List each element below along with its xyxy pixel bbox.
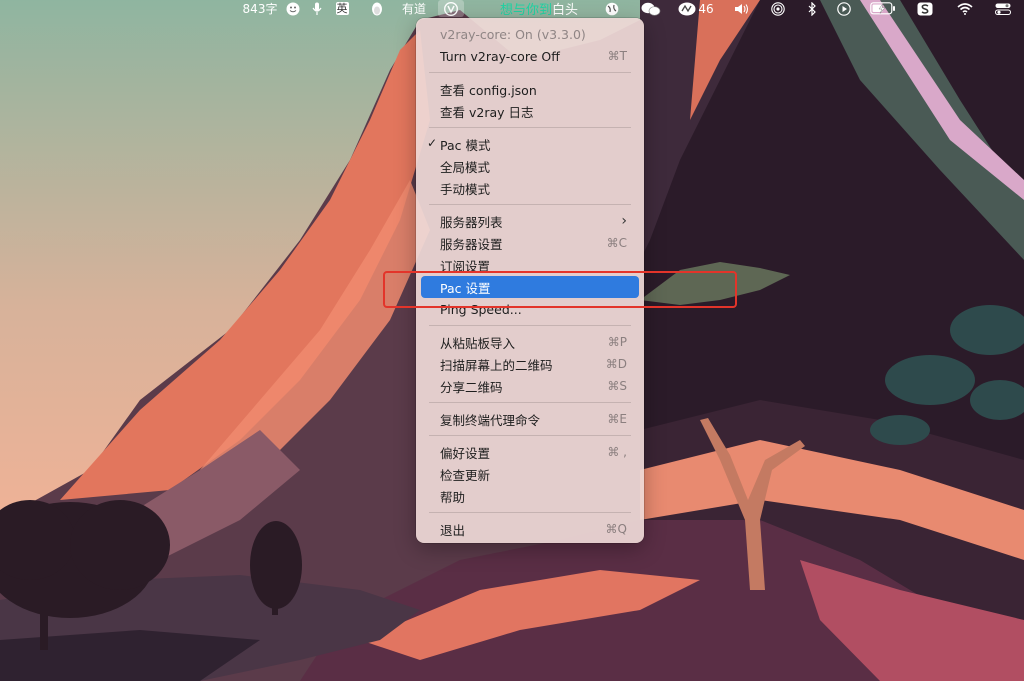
menu-item-share-qr[interactable]: 分享二维码 ⌘S: [421, 375, 639, 397]
input-method-indicator[interactable]: 英: [333, 0, 351, 17]
menu-separator: [429, 512, 631, 513]
control-center-icon[interactable]: [992, 0, 1014, 17]
checkmark-icon: ✓: [427, 136, 438, 150]
menu-item-global-mode[interactable]: 全局模式: [421, 155, 639, 177]
menu-item-quit[interactable]: 退出 ⌘Q: [421, 518, 639, 540]
youdao-dict-item[interactable]: 有道: [400, 0, 428, 17]
menu-separator: [429, 402, 631, 403]
wechat-icon[interactable]: [638, 0, 664, 17]
menu-item-pac-mode[interactable]: ✓ Pac 模式: [421, 133, 639, 155]
menu-separator: [429, 72, 631, 73]
battery-icon[interactable]: [868, 0, 898, 17]
volume-icon[interactable]: [732, 0, 752, 17]
play-icon[interactable]: [834, 0, 854, 17]
menu-item-preferences[interactable]: 偏好设置 ⌘ ,: [421, 441, 639, 463]
airdrop-icon[interactable]: [768, 0, 788, 17]
globe-icon[interactable]: [602, 0, 622, 17]
cpu-monitor-indicator[interactable]: 46: [676, 0, 716, 17]
lyrics-ticker[interactable]: 想与你到 白头: [494, 0, 584, 18]
app-s-icon[interactable]: [914, 0, 936, 17]
menu-item-manual-mode[interactable]: 手动模式: [421, 177, 639, 199]
menu-separator: [429, 435, 631, 436]
menu-item-server-list[interactable]: 服务器列表 ›: [421, 210, 639, 232]
menu-item-core-status: v2ray-core: On (v3.3.0): [440, 26, 586, 42]
menu-item-view-log[interactable]: 查看 v2ray 日志: [421, 100, 639, 122]
menu-item-server-settings[interactable]: 服务器设置 ⌘C: [421, 232, 639, 254]
annotation-highlight-box: [383, 271, 737, 308]
chevron-right-icon: ›: [621, 213, 627, 229]
wifi-icon[interactable]: [954, 0, 976, 17]
menu-separator: [429, 325, 631, 326]
bluetooth-icon[interactable]: [804, 0, 820, 17]
menu-item-import-clipboard[interactable]: 从粘贴板导入 ⌘P: [421, 331, 639, 353]
menu-item-toggle-core[interactable]: Turn v2ray-core Off ⌘T: [421, 45, 639, 67]
menu-bar: 843字 英 有道 想与你到 白头 46: [0, 0, 1024, 18]
menu-separator: [429, 204, 631, 205]
word-count-status[interactable]: 843字: [242, 0, 278, 17]
mic-icon[interactable]: [309, 0, 325, 17]
v2ray-icon[interactable]: [438, 0, 464, 17]
menu-item-check-updates[interactable]: 检查更新: [421, 463, 639, 485]
menu-item-view-config[interactable]: 查看 config.json: [421, 78, 639, 100]
menu-item-copy-proxy-command[interactable]: 复制终端代理命令 ⌘E: [421, 408, 639, 430]
menu-item-help[interactable]: 帮助: [421, 485, 639, 507]
penguin-icon[interactable]: [368, 0, 386, 17]
menu-separator: [429, 127, 631, 128]
smile-icon[interactable]: [284, 0, 302, 17]
menu-item-scan-qr[interactable]: 扫描屏幕上的二维码 ⌘D: [421, 353, 639, 375]
